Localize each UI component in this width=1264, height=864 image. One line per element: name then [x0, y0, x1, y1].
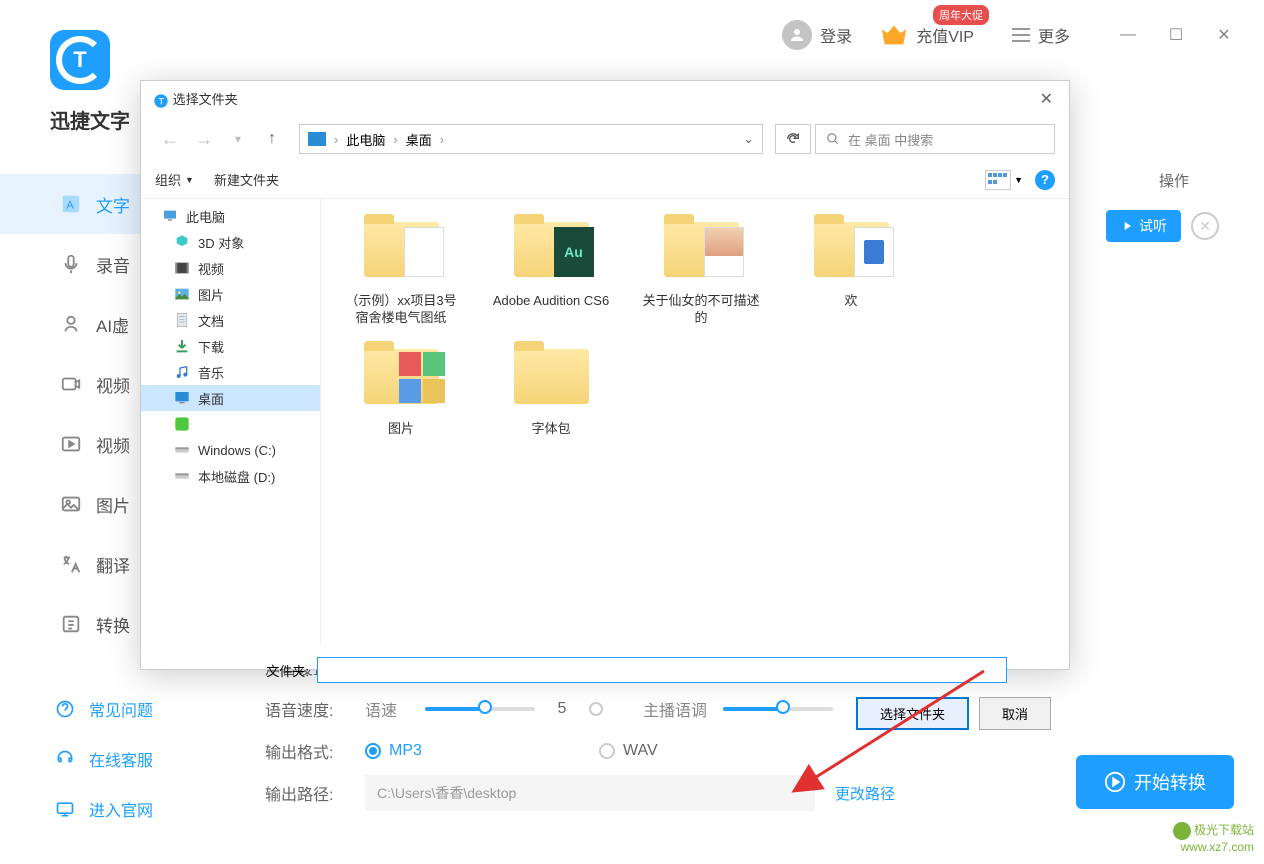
tree-icon — [173, 442, 191, 458]
file-item[interactable]: 关于仙女的不可描述的 — [641, 209, 761, 327]
help-icon[interactable]: ? — [1035, 170, 1055, 190]
cancel-button[interactable]: 取消 — [979, 697, 1051, 730]
bc-pc[interactable]: 此电脑 — [346, 130, 385, 149]
nav-back-icon[interactable]: ← — [155, 124, 185, 154]
folder-name-input[interactable] — [317, 657, 1007, 683]
watermark: 极光下载站 www.xz7.com — [1173, 822, 1254, 856]
tree-item[interactable]: 此电脑 — [141, 203, 320, 229]
hamburger-icon — [1012, 28, 1030, 42]
close-button[interactable]: ✕ — [1204, 15, 1244, 55]
change-path-link[interactable]: 更改路径 — [835, 783, 895, 804]
column-operation: 操作 — [1159, 170, 1189, 191]
row-actions: 试听 ✕ — [1106, 210, 1219, 242]
tree-icon — [173, 312, 191, 328]
tree-icon — [173, 260, 191, 276]
folder-dialog: T 选择文件夹 ✕ ← → ▾ ↑ › 此电脑 › 桌面 › ⌄ 在 桌面 中搜… — [140, 80, 1070, 670]
tree-icon — [173, 286, 191, 302]
dialog-title: 选择文件夹 — [173, 92, 238, 107]
vip-promo-badge: 周年大促 — [933, 5, 989, 25]
minimize-button[interactable]: — — [1108, 15, 1148, 55]
svg-text:A: A — [66, 200, 74, 212]
radio-mp3[interactable] — [365, 743, 381, 759]
tree-icon — [173, 390, 191, 406]
tree-item[interactable]: 视频 — [141, 255, 320, 281]
delete-button[interactable]: ✕ — [1191, 212, 1219, 240]
tree-icon — [173, 416, 191, 432]
file-item[interactable]: 字体包 — [491, 337, 611, 438]
tree-item[interactable]: 桌面 — [141, 385, 320, 411]
folder-tree: 此电脑3D 对象视频图片文档下载音乐桌面 Windows (C:)本地磁盘 (D:… — [141, 199, 321, 645]
nav-history-icon[interactable]: ▾ — [223, 124, 253, 154]
folder-input-label: 文件夹: — [259, 661, 309, 680]
folder-icon — [356, 337, 446, 417]
tree-icon — [161, 208, 179, 224]
select-folder-button[interactable]: 选择文件夹 — [856, 697, 969, 730]
organize-menu[interactable]: 组织 ▼ — [155, 170, 194, 189]
folder-icon — [356, 209, 446, 289]
file-item[interactable]: （示例）xx项目3号宿舍楼电气图纸 — [341, 209, 461, 327]
tree-icon — [173, 364, 191, 380]
watermark-logo-icon — [1173, 822, 1191, 840]
output-path: C:\Users\香香\desktop — [365, 775, 815, 811]
wav-label: WAV — [623, 742, 658, 760]
tree-item[interactable]: 音乐 — [141, 359, 320, 385]
tree-icon — [173, 468, 191, 484]
file-item[interactable]: 欢 — [791, 209, 911, 327]
tree-item[interactable]: 图片 — [141, 281, 320, 307]
user-avatar-icon[interactable] — [782, 20, 812, 50]
tree-item[interactable]: 3D 对象 — [141, 229, 320, 255]
file-item[interactable]: 图片 — [341, 337, 461, 438]
more-link[interactable]: 更多 — [1038, 23, 1070, 47]
svg-text:T: T — [158, 96, 164, 106]
folder-icon — [656, 209, 746, 289]
new-folder-button[interactable]: 新建文件夹 — [214, 170, 279, 189]
folder-icon — [806, 209, 896, 289]
tree-item[interactable]: Windows (C:) — [141, 437, 320, 463]
tree-item[interactable] — [141, 411, 320, 437]
login-link[interactable]: 登录 — [820, 23, 852, 47]
file-item[interactable]: AuAdobe Audition CS6 — [491, 209, 611, 327]
vip-crown-icon — [880, 23, 908, 47]
tree-item[interactable]: 下载 — [141, 333, 320, 359]
format-label: 输出格式: — [265, 739, 365, 763]
nav-up-icon[interactable]: ↑ — [257, 124, 287, 154]
path-label: 输出路径: — [265, 781, 365, 805]
tree-item[interactable]: 文档 — [141, 307, 320, 333]
app-logo-icon: T — [50, 30, 110, 90]
tree-icon — [173, 338, 191, 354]
preview-button[interactable]: 试听 — [1106, 210, 1181, 242]
refresh-button[interactable] — [775, 124, 811, 154]
tree-icon — [173, 234, 191, 250]
nav-forward-icon[interactable]: → — [189, 124, 219, 154]
search-input[interactable]: 在 桌面 中搜索 — [815, 124, 1055, 154]
mp3-label: MP3 — [389, 742, 469, 760]
radio-wav[interactable] — [599, 743, 615, 759]
file-grid: （示例）xx项目3号宿舍楼电气图纸 AuAdobe Audition CS6 关于仙… — [321, 199, 1069, 645]
folder-icon — [506, 337, 596, 417]
pc-icon — [308, 132, 326, 146]
vip-link[interactable]: 周年大促 充值VIP — [916, 23, 974, 47]
dialog-close-icon[interactable]: ✕ — [1036, 85, 1057, 113]
breadcrumb-dropdown-icon[interactable]: ⌄ — [743, 131, 754, 147]
tree-item[interactable]: 本地磁盘 (D:) — [141, 463, 320, 489]
maximize-button[interactable]: ☐ — [1156, 15, 1196, 55]
folder-icon: Au — [506, 209, 596, 289]
search-icon — [826, 132, 840, 146]
footer-website[interactable]: 进入官网 — [0, 784, 245, 834]
bc-desktop[interactable]: 桌面 — [406, 130, 432, 149]
view-mode-button[interactable]: ▼ — [985, 170, 1023, 190]
breadcrumb[interactable]: › 此电脑 › 桌面 › ⌄ — [299, 124, 763, 154]
start-convert-button[interactable]: 开始转换 — [1076, 755, 1234, 809]
